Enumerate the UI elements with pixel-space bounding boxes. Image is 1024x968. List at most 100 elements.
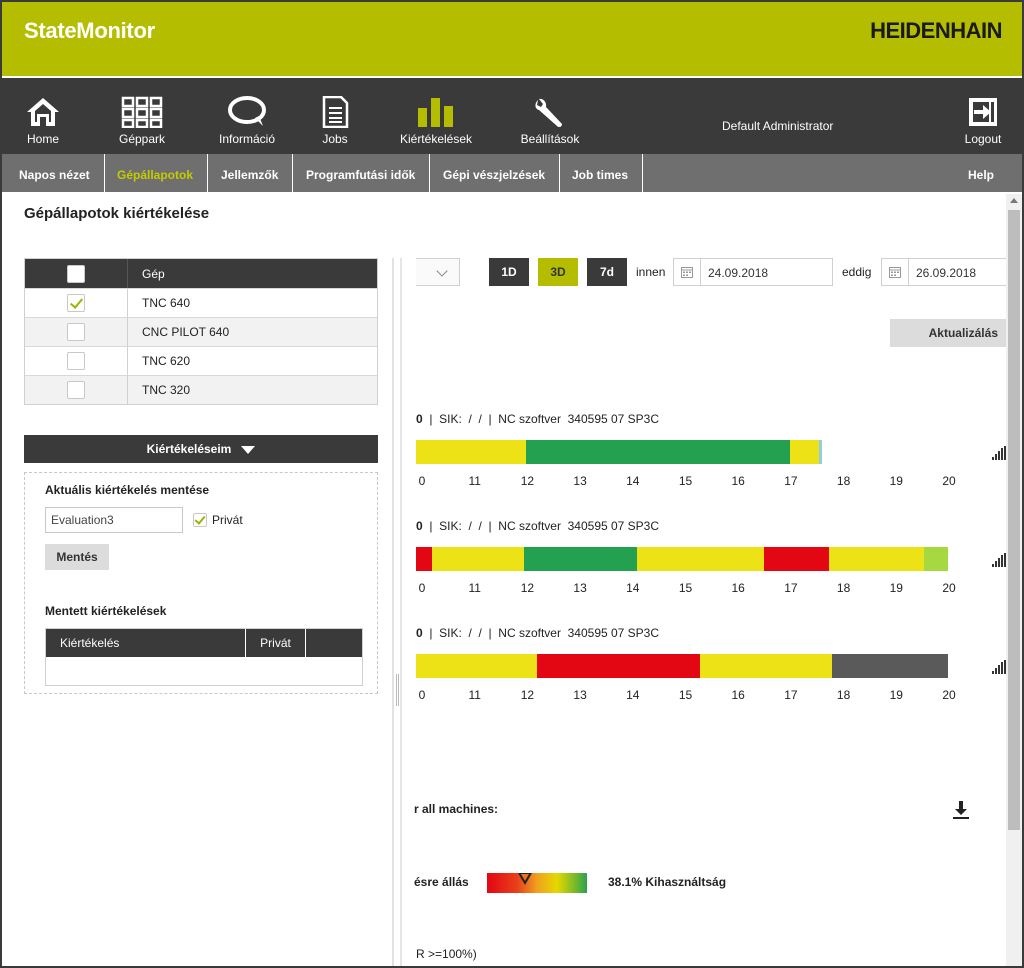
brand-logo: HEIDENHAIN bbox=[870, 18, 1002, 43]
time-axis: 0 11 12 13 14 15 16 17 18 19 20 bbox=[416, 474, 976, 488]
axis-tick-label: 11 bbox=[468, 688, 481, 702]
state-segment[interactable] bbox=[526, 440, 790, 464]
from-date-value: 24.09.2018 bbox=[708, 266, 769, 280]
my-evaluations-toggle[interactable]: Kiértékeléseim bbox=[24, 435, 378, 463]
timeline-info: 0 | SIK: / / | NC szoftver 340595 07 SP3… bbox=[416, 412, 659, 426]
range-3d-button[interactable]: 3D bbox=[538, 258, 578, 286]
logout-label: Logout bbox=[964, 132, 1002, 146]
private-label: Privát bbox=[212, 513, 243, 527]
timeline-machine-info: | SIK: / / | NC szoftver 340595 07 SP3C bbox=[422, 412, 660, 426]
main-nav: Home Géppark Információ Jobs Kiértékelés… bbox=[2, 78, 1022, 154]
state-segment[interactable] bbox=[763, 547, 830, 571]
machine-checkbox[interactable] bbox=[67, 352, 85, 370]
sub-nav: Napos nézet Gépállapotok Jellemzők Progr… bbox=[2, 154, 1022, 192]
state-timeline-bar[interactable] bbox=[416, 547, 948, 571]
from-date-input[interactable]: 24.09.2018 bbox=[673, 258, 833, 286]
machine-name: CNC PILOT 640 bbox=[142, 325, 230, 339]
subnav-programfutasi-idok[interactable]: Programfutási idők bbox=[292, 154, 431, 192]
state-segment[interactable] bbox=[789, 440, 819, 464]
from-label: innen bbox=[636, 265, 666, 279]
private-checkbox[interactable] bbox=[193, 513, 207, 527]
grid-icon bbox=[120, 96, 164, 129]
subnav-jellemzok[interactable]: Jellemzők bbox=[207, 154, 294, 192]
save-button[interactable]: Mentés bbox=[45, 544, 109, 570]
timeline-info: 0 | SIK: / / | NC szoftver 340595 07 SP3… bbox=[416, 519, 659, 533]
state-segment[interactable] bbox=[829, 547, 925, 571]
nav-beallitasok-label: Beállítások bbox=[520, 132, 580, 146]
bar-chart-icon bbox=[414, 96, 458, 128]
splitter-grip[interactable] bbox=[396, 674, 399, 706]
machine-name: TNC 640 bbox=[142, 296, 191, 310]
state-segment[interactable] bbox=[832, 654, 948, 678]
state-segment[interactable] bbox=[431, 547, 524, 571]
subnav-job-times[interactable]: Job times bbox=[558, 154, 644, 192]
state-segment[interactable] bbox=[416, 654, 537, 678]
table-row[interactable]: TNC 620 bbox=[25, 346, 377, 375]
axis-tick-label: 20 bbox=[942, 688, 956, 702]
machine-checkbox[interactable] bbox=[67, 323, 85, 341]
top-header: StateMonitor HEIDENHAIN bbox=[2, 2, 1022, 76]
nav-jobs[interactable]: Jobs bbox=[312, 78, 358, 154]
state-segment[interactable] bbox=[924, 547, 948, 571]
axis-tick-label: 17 bbox=[784, 581, 798, 595]
saved-evaluations-table: Kiértékelés Privát bbox=[45, 628, 363, 686]
nav-geppark[interactable]: Géppark bbox=[112, 78, 172, 154]
to-label: eddig bbox=[842, 265, 872, 279]
axis-tick-label: 0 bbox=[418, 581, 426, 595]
machine-table: Gép TNC 640 CNC PILOT 640 TNC 620 TNC 32… bbox=[24, 258, 378, 405]
home-icon bbox=[21, 96, 65, 128]
state-timeline-bar[interactable] bbox=[416, 654, 948, 678]
chevron-down-icon bbox=[436, 265, 448, 277]
axis-tick-label: 15 bbox=[678, 581, 693, 595]
state-segment[interactable] bbox=[818, 440, 822, 464]
table-row[interactable]: CNC PILOT 640 bbox=[25, 317, 377, 346]
axis-tick-label: 0 bbox=[418, 474, 426, 488]
timeline-info: 0 | SIK: / / | NC szoftver 340595 07 SP3… bbox=[416, 626, 659, 640]
axis-tick-label: 11 bbox=[468, 474, 481, 488]
evaluation-name-input[interactable]: Evaluation3 bbox=[45, 507, 183, 533]
axis-tick-label: 18 bbox=[836, 688, 851, 702]
help-link[interactable]: Help bbox=[968, 154, 994, 196]
wrench-icon bbox=[528, 96, 572, 128]
scroll-up-icon[interactable] bbox=[1010, 198, 1018, 203]
table-row[interactable]: TNC 640 bbox=[25, 288, 377, 317]
panel-divider bbox=[392, 258, 394, 966]
nav-beallitasok[interactable]: Beállítások bbox=[514, 78, 586, 154]
axis-tick-label: 16 bbox=[731, 581, 745, 595]
to-date-input[interactable]: 26.09.2018 bbox=[881, 258, 1007, 286]
timeline-prefix: 0 bbox=[416, 626, 423, 640]
axis-tick-label: 19 bbox=[889, 688, 903, 702]
range-7d-button[interactable]: 7d bbox=[587, 258, 627, 286]
refresh-button[interactable]: Aktualizálás bbox=[890, 319, 1006, 347]
nav-home[interactable]: Home bbox=[16, 78, 70, 154]
logout-button[interactable]: Logout bbox=[960, 78, 1006, 154]
table-row[interactable]: TNC 320 bbox=[25, 375, 377, 404]
scrollbar-thumb[interactable] bbox=[1008, 210, 1020, 830]
machine-checkbox[interactable] bbox=[67, 294, 85, 312]
machine-table-header: Gép bbox=[25, 259, 377, 288]
state-segment[interactable] bbox=[637, 547, 764, 571]
state-timeline-bar[interactable] bbox=[416, 440, 948, 464]
period-dropdown[interactable] bbox=[416, 258, 460, 286]
state-segment[interactable] bbox=[536, 654, 701, 678]
subnav-napos-nezet[interactable]: Napos nézet bbox=[5, 154, 105, 192]
gauge-marker-icon bbox=[518, 873, 533, 885]
calendar-icon bbox=[674, 259, 701, 285]
machine-name: TNC 620 bbox=[142, 354, 191, 368]
nav-kiertekelesek[interactable]: Kiértékelések bbox=[396, 78, 476, 154]
nav-home-label: Home bbox=[26, 132, 59, 146]
machine-checkbox[interactable] bbox=[67, 381, 85, 399]
axis-tick-label: 14 bbox=[626, 581, 640, 595]
select-all-checkbox[interactable] bbox=[67, 264, 85, 283]
state-segment[interactable] bbox=[700, 654, 833, 678]
state-segment[interactable] bbox=[523, 547, 638, 571]
state-segment[interactable] bbox=[416, 440, 527, 464]
subnav-gepi-veszjelzesek[interactable]: Gépi vészjelzések bbox=[429, 154, 561, 192]
download-icon[interactable] bbox=[952, 800, 970, 820]
speech-bubble-icon bbox=[225, 96, 269, 128]
subnav-gepallapotok[interactable]: Gépállapotok bbox=[103, 154, 209, 192]
state-segment[interactable] bbox=[416, 547, 432, 571]
axis-tick-label: 20 bbox=[942, 474, 956, 488]
range-1d-button[interactable]: 1D bbox=[489, 258, 529, 286]
nav-informacio[interactable]: Információ bbox=[214, 78, 280, 154]
